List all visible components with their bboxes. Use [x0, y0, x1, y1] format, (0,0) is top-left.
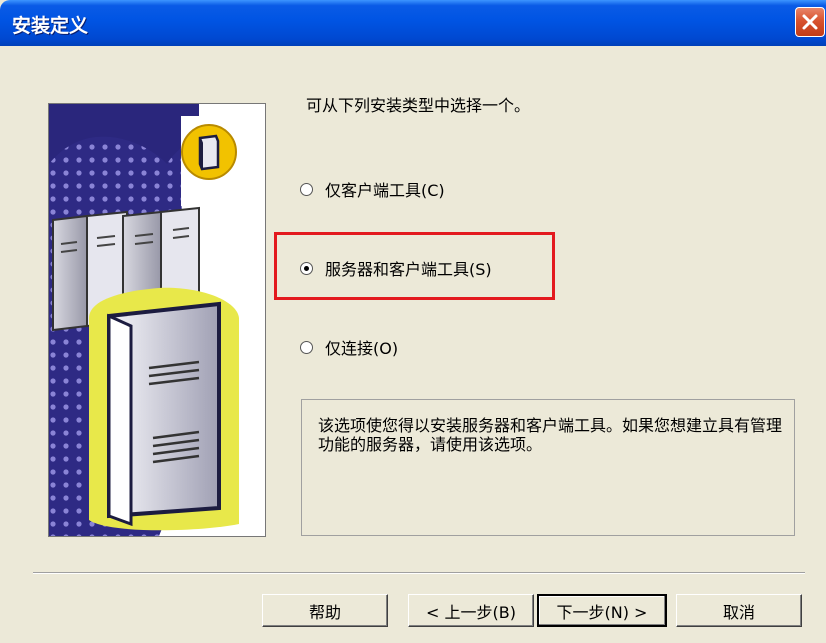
setup-illustration [48, 103, 266, 537]
option-label: 仅连接(O) [325, 339, 399, 358]
cancel-button[interactable]: 取消 [676, 594, 802, 627]
separator-line [33, 572, 805, 574]
close-button[interactable] [795, 7, 825, 37]
option-label: 服务器和客户端工具(S) [325, 260, 492, 279]
client-tools-only-option[interactable]: 仅客户端工具(C) [300, 177, 445, 201]
help-button[interactable]: 帮助 [262, 594, 388, 627]
radio-button[interactable] [300, 340, 313, 354]
server-and-client-tools-option[interactable]: 服务器和客户端工具(S) [300, 256, 492, 280]
instruction-text: 可从下列安装类型中选择一个。 [306, 96, 531, 115]
close-icon [802, 14, 818, 30]
option-label: 仅客户端工具(C) [325, 181, 445, 200]
description-panel: 该选项使您得以安装服务器和客户端工具。如果您想建立具有管理功能的服务器，请使用该… [301, 399, 795, 536]
radio-button[interactable] [300, 182, 313, 196]
next-button[interactable]: 下一步(N) > [537, 594, 667, 627]
radio-button-checked[interactable] [300, 261, 313, 275]
database-icon [181, 124, 237, 180]
description-text: 该选项使您得以安装服务器和客户端工具。如果您想建立具有管理功能的服务器，请使用该… [318, 416, 783, 454]
title-bar[interactable]: 安装定义 [0, 0, 826, 46]
back-button[interactable]: < 上一步(B) [408, 594, 534, 627]
connectivity-only-option[interactable]: 仅连接(O) [300, 335, 398, 359]
window-title: 安装定义 [12, 15, 89, 37]
